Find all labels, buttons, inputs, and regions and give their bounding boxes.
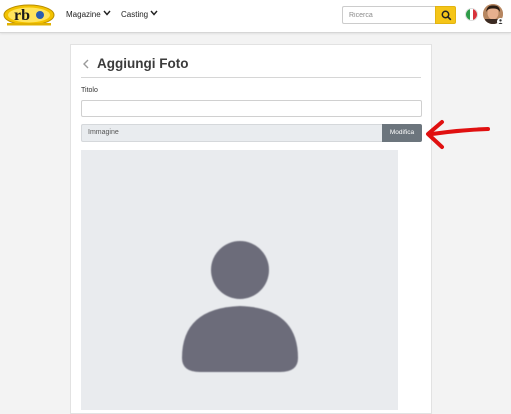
page-title: Aggiungi Foto bbox=[97, 56, 189, 71]
rb-logo[interactable]: rb bbox=[3, 3, 55, 27]
chevron-left-icon[interactable] bbox=[82, 59, 90, 69]
user-badge-icon bbox=[497, 18, 504, 25]
title-divider bbox=[81, 77, 421, 78]
title-field-label: Titolo bbox=[81, 87, 98, 94]
nav-magazine-label: Magazine bbox=[66, 10, 101, 19]
italy-flag-icon[interactable] bbox=[465, 8, 478, 21]
search-icon bbox=[441, 10, 452, 21]
chevron-down-icon bbox=[150, 10, 158, 16]
image-file-field[interactable]: Immagine bbox=[81, 124, 382, 142]
chevron-down-icon bbox=[103, 10, 111, 16]
top-navbar: rb Magazine Casting bbox=[0, 0, 511, 33]
nav-magazine[interactable]: Magazine bbox=[66, 10, 111, 19]
red-arrow-icon bbox=[426, 120, 490, 149]
title-input[interactable] bbox=[81, 100, 422, 117]
search-input[interactable] bbox=[342, 6, 435, 24]
svg-text:rb: rb bbox=[14, 7, 30, 24]
person-placeholder-icon bbox=[182, 241, 298, 372]
search-button[interactable] bbox=[435, 6, 456, 24]
nav-casting-label: Casting bbox=[121, 10, 149, 19]
nav-casting[interactable]: Casting bbox=[121, 10, 158, 19]
modify-button[interactable]: Modifica bbox=[382, 124, 422, 142]
